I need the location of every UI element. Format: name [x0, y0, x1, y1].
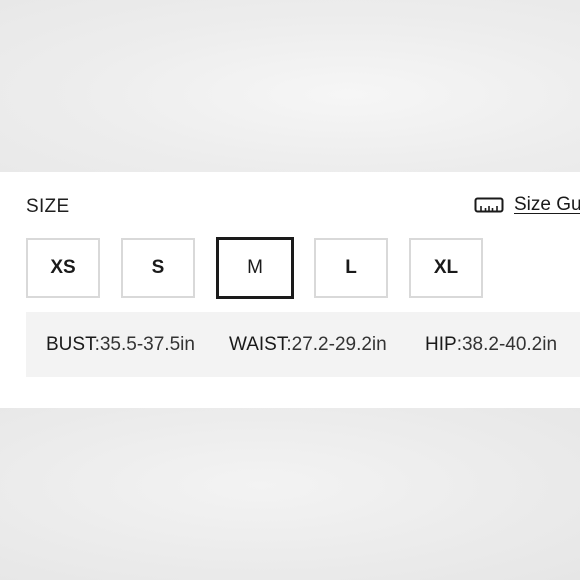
size-option-m[interactable]: M: [216, 237, 294, 299]
size-measurements: BUST:35.5-37.5in WAIST:27.2-29.2in HIP:3…: [26, 312, 580, 377]
size-option-s[interactable]: S: [121, 238, 195, 298]
size-guide-label: Size Gu: [514, 194, 580, 215]
blurred-background-top: [0, 0, 580, 172]
size-selector-panel: SIZE Size Gu XS S M L XL BUST:35.5-37.5i…: [0, 172, 580, 408]
hip-label: HIP: [425, 334, 457, 355]
waist-measurement: WAIST:27.2-29.2in: [229, 334, 387, 356]
size-option-xl[interactable]: XL: [409, 238, 483, 298]
size-guide-link[interactable]: Size Gu: [474, 192, 580, 218]
ruler-icon: [474, 195, 504, 215]
waist-label: WAIST: [229, 334, 287, 355]
hip-measurement: HIP:38.2-40.2in: [425, 334, 557, 356]
waist-value: :27.2-29.2in: [286, 334, 387, 355]
bust-value: :35.5-37.5in: [94, 334, 195, 355]
size-heading: SIZE: [26, 196, 70, 217]
size-option-xs[interactable]: XS: [26, 238, 100, 298]
size-option-l[interactable]: L: [314, 238, 388, 298]
bust-measurement: BUST:35.5-37.5in: [46, 334, 195, 356]
hip-value: :38.2-40.2in: [456, 334, 558, 355]
blurred-background-bottom: [0, 408, 580, 580]
bust-label: BUST: [46, 334, 95, 355]
